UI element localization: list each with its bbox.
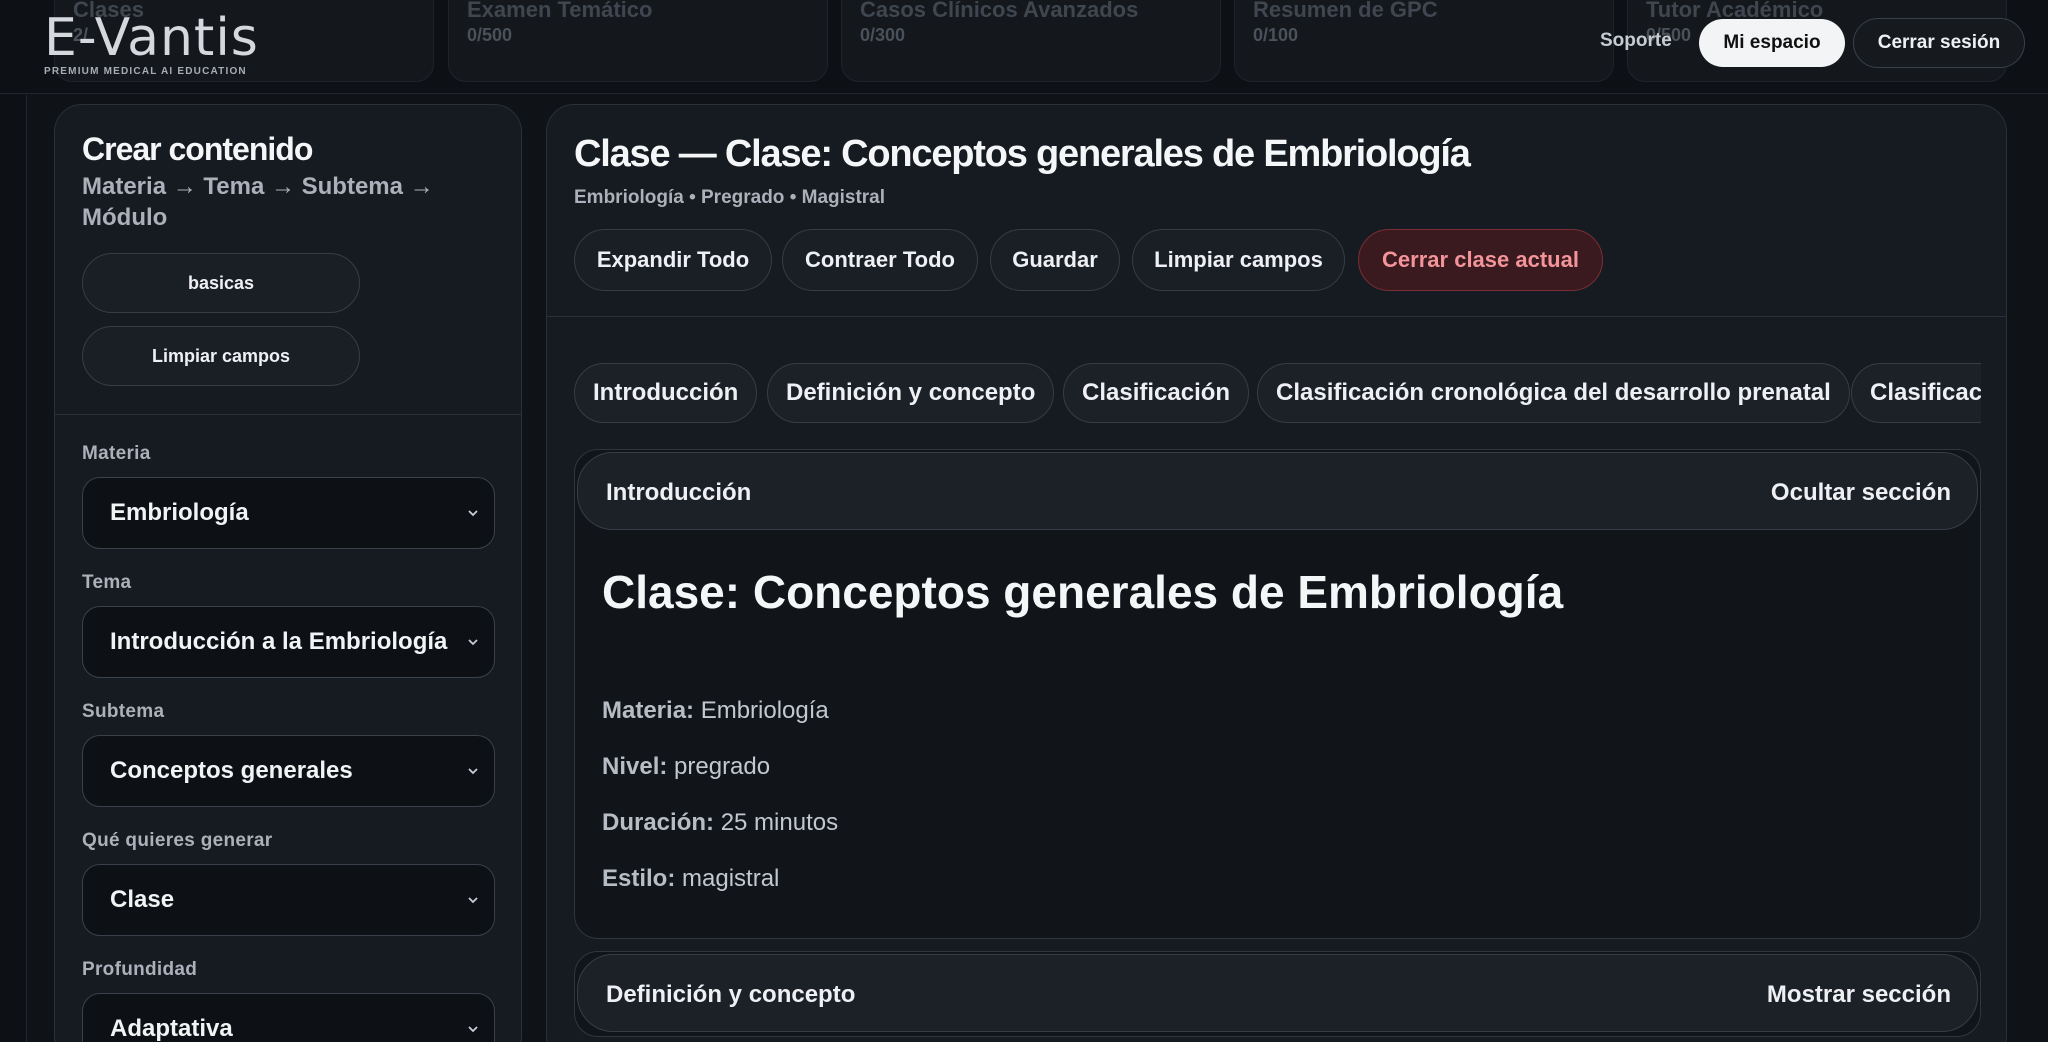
logout-button[interactable]: Cerrar sesión: [1853, 18, 2025, 68]
usage-card-clinical-cases[interactable]: Casos Clínicos Avanzados 0/300: [841, 0, 1221, 82]
close-class-button[interactable]: Cerrar clase actual: [1358, 229, 1603, 291]
meta-value: 25 minutos: [720, 809, 839, 836]
meta-key: Estilo:: [602, 865, 676, 892]
logo-wordmark: E-Vantis: [44, 8, 259, 68]
meta-duration: Duración: 25 minutos: [602, 809, 838, 837]
page-subtitle: Embriología • Pregrado • Magistral: [574, 187, 886, 208]
save-button[interactable]: Guardar: [990, 229, 1120, 291]
subject-select[interactable]: Embriología: [82, 477, 495, 549]
subject-label: Materia: [82, 443, 151, 464]
expand-all-button[interactable]: Expandir Todo: [574, 229, 772, 291]
meta-value: magistral: [682, 865, 780, 892]
generate-type-select[interactable]: Clase: [82, 864, 495, 936]
create-content-panel: Crear contenido Materia → Tema → Subtema…: [54, 104, 522, 1042]
usage-card-title: Examen Temático: [467, 1, 653, 22]
section-tabs: Introducción Definición y concepto Clasi…: [574, 363, 1981, 425]
section-introduccion: Introducción Ocultar sección Clase: Conc…: [574, 449, 1981, 939]
section-title: Definición y concepto: [606, 981, 856, 1008]
usage-card-title: Resumen de GPC: [1253, 1, 1438, 22]
clear-fields-button[interactable]: Limpiar campos: [1132, 229, 1345, 291]
clear-fields-button[interactable]: Limpiar campos: [82, 326, 360, 386]
my-space-button[interactable]: Mi espacio: [1699, 19, 1845, 67]
top-bar: Clases 2/ Examen Temático 0/500 Casos Cl…: [0, 0, 2048, 94]
meta-key: Nivel:: [602, 753, 668, 780]
meta-style: Estilo: magistral: [602, 865, 779, 893]
depth-select[interactable]: Adaptativa: [82, 993, 495, 1042]
section-header[interactable]: Introducción Ocultar sección: [577, 452, 1978, 530]
section-definicion: Definición y concepto Mostrar sección: [574, 951, 1981, 1037]
tab-introduccion[interactable]: Introducción: [574, 363, 758, 423]
basicas-button[interactable]: basicas: [82, 253, 360, 313]
usage-card-count: 0/300: [860, 25, 906, 45]
subtopic-label: Subtema: [82, 701, 165, 722]
section-title: Introducción: [606, 479, 752, 506]
divider: [547, 316, 2006, 317]
meta-value: Embriología: [700, 697, 829, 724]
class-panel: Clase — Clase: Conceptos generales de Em…: [546, 104, 2007, 1042]
tab-definicion[interactable]: Definición y concepto: [767, 363, 1055, 423]
topic-value: Introducción a la Embriología: [110, 628, 448, 655]
logo-tagline: PREMIUM MEDICAL AI EDUCATION: [44, 66, 247, 77]
generate-type-label: Qué quieres generar: [82, 830, 273, 851]
hide-section-button[interactable]: Ocultar sección: [1771, 479, 1951, 507]
chevron-down-icon: [468, 510, 478, 517]
left-rail: [0, 95, 27, 1042]
meta-value: pregrado: [674, 753, 771, 780]
chevron-down-icon: [468, 897, 478, 904]
class-heading: Clase: Conceptos generales de Embriologí…: [602, 566, 1564, 618]
subtopic-select[interactable]: Conceptos generales: [82, 735, 495, 807]
show-section-button[interactable]: Mostrar sección: [1767, 981, 1951, 1009]
page-title: Clase — Clase: Conceptos generales de Em…: [574, 133, 1471, 175]
hierarchy-path: Materia → Tema → Subtema → Módulo: [82, 173, 434, 231]
support-link[interactable]: Soporte: [1600, 30, 1672, 52]
usage-card-title: Casos Clínicos Avanzados: [860, 1, 1139, 22]
meta-key: Duración:: [602, 809, 715, 836]
generate-type-value: Clase: [110, 886, 175, 913]
collapse-all-button[interactable]: Contraer Todo: [782, 229, 978, 291]
usage-card-exam[interactable]: Examen Temático 0/500: [448, 0, 828, 82]
chevron-down-icon: [468, 639, 478, 646]
subtopic-value: Conceptos generales: [110, 757, 353, 784]
depth-label: Profundidad: [82, 959, 198, 980]
topic-select[interactable]: Introducción a la Embriología: [82, 606, 495, 678]
usage-card-count: 0/500: [467, 25, 513, 45]
divider: [55, 414, 521, 415]
chevron-down-icon: [468, 1026, 478, 1033]
tab-clasificacion[interactable]: Clasificación: [1063, 363, 1250, 423]
panel-title: Crear contenido: [82, 131, 313, 167]
depth-value: Adaptativa: [110, 1015, 233, 1042]
tab-clasificacion-2[interactable]: Clasificación: [1851, 363, 1981, 423]
logo[interactable]: E-Vantis PREMIUM MEDICAL AI EDUCATION: [44, 12, 259, 77]
meta-level: Nivel: pregrado: [602, 753, 770, 781]
subject-value: Embriología: [110, 499, 249, 526]
usage-card-count: 0/100: [1253, 25, 1299, 45]
topic-label: Tema: [82, 572, 132, 593]
tab-clasificacion-cronologica[interactable]: Clasificación cronológica del desarrollo…: [1257, 363, 1850, 423]
usage-card-gpc-summary[interactable]: Resumen de GPC 0/100: [1234, 0, 1614, 82]
section-header[interactable]: Definición y concepto Mostrar sección: [577, 954, 1978, 1032]
meta-subject: Materia: Embriología: [602, 697, 829, 725]
meta-key: Materia:: [602, 697, 695, 724]
chevron-down-icon: [468, 768, 478, 775]
